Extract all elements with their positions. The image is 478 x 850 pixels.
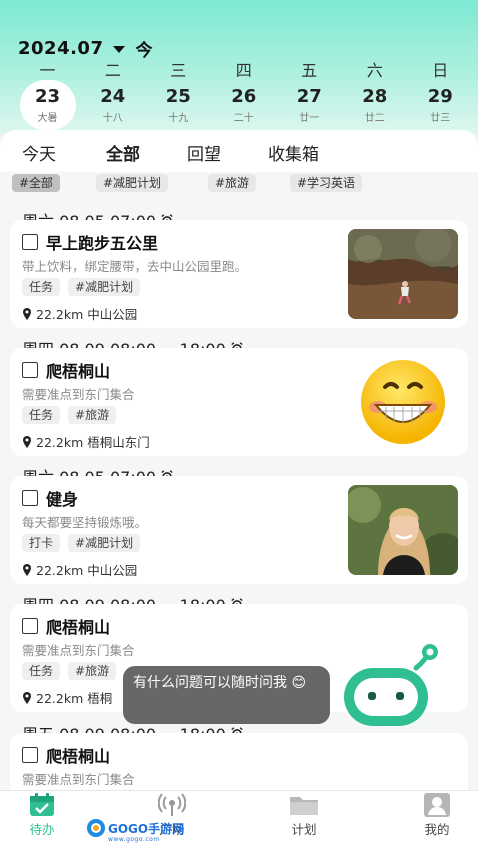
task-title: 爬梧桐山	[46, 362, 111, 381]
watermark-subtext: www.gogo.com	[108, 836, 160, 843]
tab-plan[interactable]: 计划	[274, 793, 334, 838]
weekday-label: 五	[301, 61, 318, 80]
task-type-tag: 任务	[22, 278, 61, 296]
lunar-label: 大暑	[37, 113, 58, 124]
tab-todo[interactable]: 待办	[12, 793, 72, 838]
task-tag: #减肥计划	[68, 278, 141, 296]
bottom-tab-bar: 待办 广场 计划 我的	[0, 790, 478, 850]
month-selector[interactable]: 2024.07 今	[18, 36, 152, 61]
tab-all[interactable]: 全部	[100, 140, 146, 167]
date-number: 25	[165, 86, 191, 107]
tag-filter-chip[interactable]: #减肥计划	[96, 174, 169, 192]
task-title: 爬梧桐山	[46, 747, 111, 766]
tab-me[interactable]: 我的	[407, 793, 467, 838]
task-description: 每天都要坚持锻炼哦。	[22, 515, 148, 530]
weekday-label: 三	[170, 61, 187, 80]
task-type-tag: 任务	[22, 662, 61, 680]
lunar-label: 十八	[102, 113, 123, 124]
grin-emoji[interactable]	[348, 357, 458, 447]
week-strip: 一 23 大暑 二 24 十八 三 25 十九 四 26 二十 五 27 廿一 …	[15, 60, 473, 130]
task-checkbox[interactable]	[22, 747, 38, 763]
tab-today[interactable]: 今天	[22, 140, 56, 165]
task-checkbox[interactable]	[22, 490, 38, 506]
day-cell[interactable]: 一 23 大暑	[15, 60, 80, 130]
day-cell[interactable]: 六 28 廿二	[342, 60, 408, 130]
broadcast-icon	[158, 793, 186, 816]
task-checkbox[interactable]	[22, 618, 38, 634]
weekday-label: 六	[366, 61, 383, 80]
calendar-check-icon	[30, 793, 54, 816]
day-cell[interactable]: 二 24 十八	[80, 60, 146, 130]
day-cell[interactable]: 三 25 十九	[146, 60, 212, 130]
tab-inbox[interactable]: 收集箱	[268, 140, 319, 165]
task-location: 22.2km 中山公园	[36, 307, 138, 322]
task-type-tag: 任务	[22, 406, 61, 424]
runner-photo[interactable]	[348, 229, 458, 319]
lunar-label: 廿一	[299, 113, 320, 124]
task-tag: #旅游	[68, 406, 117, 424]
task-card[interactable]: 健身 每天都要坚持锻炼哦。 打卡 #减肥计划 22.2km 中山公园	[10, 476, 468, 584]
month-label[interactable]: 2024.07	[18, 38, 103, 59]
date-number: 29	[427, 86, 453, 107]
date-number: 27	[296, 86, 322, 107]
user-icon	[424, 793, 450, 817]
folder-icon	[290, 797, 318, 815]
weekday-label: 二	[104, 61, 121, 80]
weekday-label: 日	[432, 61, 449, 80]
task-description: 带上饮料，绑定腰带，去中山公园里跑。	[22, 259, 248, 274]
filter-tabs: 今天 全部 回望 收集箱	[0, 130, 478, 172]
assistant-message: 有什么问题可以随时问我 😊	[133, 675, 307, 691]
tab-label: 我的	[424, 822, 450, 837]
tag-filter-chip[interactable]: #全部	[12, 174, 61, 192]
task-card[interactable]: 早上跑步五公里 带上饮料，绑定腰带，去中山公园里跑。 任务 #减肥计划 22.2k…	[10, 220, 468, 328]
task-description: 需要准点到东门集合	[22, 643, 135, 658]
task-checkbox[interactable]	[22, 234, 38, 250]
woman-photo[interactable]	[348, 485, 458, 575]
watermark-text: GOGO手游网	[108, 821, 185, 836]
task-card[interactable]: 爬梧桐山 需要准点到东门集合	[10, 733, 468, 790]
date-number: 28	[362, 86, 388, 107]
location-pin-icon	[23, 691, 31, 704]
tag-filter-chip[interactable]: #旅游	[208, 174, 257, 192]
day-cell[interactable]: 日 29 廿三	[408, 60, 474, 130]
date-number: 24	[100, 86, 126, 107]
chevron-down-icon[interactable]	[113, 46, 126, 53]
assistant-bot-icon[interactable]	[338, 640, 468, 730]
task-location: 22.2km 中山公园	[36, 563, 138, 578]
task-type-tag: 打卡	[22, 534, 61, 552]
lunar-label: 十九	[168, 113, 189, 124]
day-cell[interactable]: 四 26 二十	[211, 60, 277, 130]
task-description: 需要准点到东门集合	[22, 387, 135, 402]
task-tag: #旅游	[68, 662, 117, 680]
weekday-label: 一	[39, 61, 56, 80]
assistant-tooltip[interactable]: 有什么问题可以随时问我 😊	[123, 666, 330, 724]
lunar-label: 二十	[233, 113, 254, 124]
date-number: 26	[231, 86, 257, 107]
task-title: 健身	[46, 490, 79, 509]
lunar-label: 廿二	[364, 113, 385, 124]
task-description: 需要准点到东门集合	[22, 772, 135, 787]
task-title: 早上跑步五公里	[46, 234, 159, 253]
today-button[interactable]: 今	[135, 36, 152, 61]
location-pin-icon	[23, 435, 31, 448]
location-pin-icon	[23, 563, 31, 576]
task-title: 爬梧桐山	[46, 618, 111, 637]
task-card[interactable]: 爬梧桐山 需要准点到东门集合 任务 #旅游 22.2km 梧桐山东门	[10, 348, 468, 456]
location-pin-icon	[23, 307, 31, 320]
task-checkbox[interactable]	[22, 362, 38, 378]
task-location: 22.2km 梧桐	[36, 691, 113, 706]
lunar-label: 廿三	[430, 113, 451, 124]
task-location: 22.2km 梧桐山东门	[36, 435, 150, 450]
tab-label: 计划	[291, 822, 317, 837]
tab-label: 待办	[29, 822, 55, 837]
task-tag: #减肥计划	[68, 534, 141, 552]
selected-date-pill[interactable]: 23 大暑	[19, 80, 76, 130]
gogo-logo-icon	[87, 819, 105, 837]
weekday-label: 四	[235, 61, 252, 80]
tag-filter-chip[interactable]: #学习英语	[290, 174, 363, 192]
tab-review[interactable]: 回望	[187, 140, 221, 165]
calendar-header: 2024.07 今 一 23 大暑 二 24 十八 三 25 十九 四 26 二…	[0, 0, 478, 135]
day-cell[interactable]: 五 27 廿一	[277, 60, 343, 130]
date-number: 23	[34, 86, 61, 107]
